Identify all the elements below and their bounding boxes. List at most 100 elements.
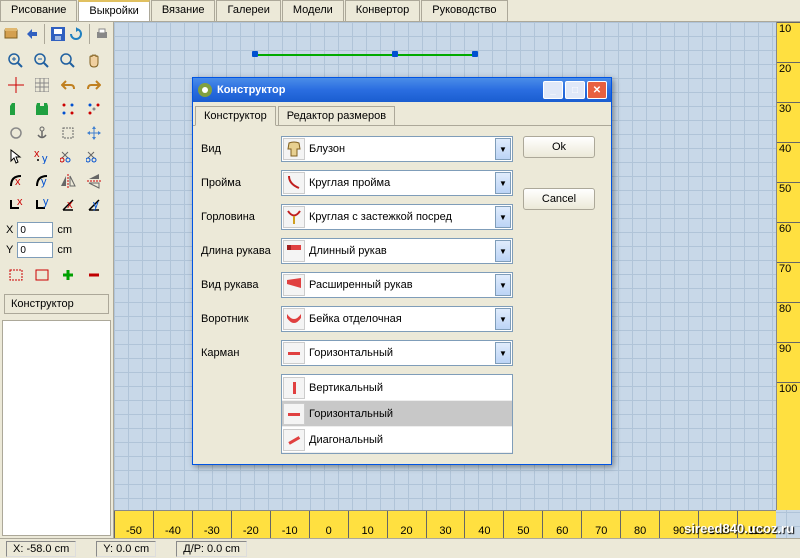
dialog-tab-size-editor[interactable]: Редактор размеров	[278, 106, 395, 125]
armhole-icon	[283, 172, 305, 194]
dialog-titlebar[interactable]: Конструктор _ □ ✕	[193, 78, 611, 102]
ok-button[interactable]: Ok	[523, 136, 595, 158]
collar-icon	[283, 308, 305, 330]
watermark: sireed840.ucoz.ru	[684, 521, 794, 536]
corner-x-icon[interactable]: x	[4, 194, 28, 216]
left-toolbox: xy x y x y x y X cm Y cm	[0, 22, 114, 538]
tab-knitting[interactable]: Вязание	[151, 0, 216, 21]
vest-back-icon[interactable]	[30, 98, 54, 120]
x-input[interactable]	[17, 222, 53, 238]
dialog-tab-constructor[interactable]: Конструктор	[195, 106, 276, 126]
combo-value: Горизонтальный	[309, 347, 495, 359]
combo-value: Расширенный рукав	[309, 279, 495, 291]
dropdown-option-vertical[interactable]: Вертикальный	[282, 375, 512, 401]
dropdown-arrow-icon[interactable]: ▼	[495, 240, 511, 262]
combo-value: Круглая с застежкой посред	[309, 211, 495, 223]
undo-icon[interactable]	[56, 74, 80, 96]
svg-text:y: y	[93, 199, 99, 211]
minimize-button[interactable]: _	[543, 81, 563, 99]
circle-tool-icon[interactable]	[4, 122, 28, 144]
field-label-karman: Карман	[201, 347, 281, 359]
dropdown-arrow-icon[interactable]: ▼	[495, 342, 511, 364]
cut-blue-icon[interactable]	[82, 146, 106, 168]
field-label-proima: Пройма	[201, 177, 281, 189]
mirror-h-icon[interactable]	[56, 170, 80, 192]
combo-vid[interactable]: Блузон ▼	[281, 136, 513, 162]
dropdown-arrow-icon[interactable]: ▼	[495, 274, 511, 296]
curve-2-icon[interactable]: y	[30, 170, 54, 192]
arrow-icon[interactable]	[26, 24, 38, 44]
separator	[89, 24, 90, 44]
pattern-line[interactable]	[254, 54, 474, 56]
anchor-icon[interactable]	[30, 122, 54, 144]
refresh-icon[interactable]	[69, 24, 83, 44]
selection-icon[interactable]	[56, 122, 80, 144]
marquee-dashed-icon[interactable]	[4, 264, 28, 286]
marquee-solid-icon[interactable]	[30, 264, 54, 286]
combo-value: Длинный рукав	[309, 245, 495, 257]
pattern-node[interactable]	[252, 51, 258, 57]
dropdown-arrow-icon[interactable]: ▼	[495, 172, 511, 194]
dropdown-option-horizontal[interactable]: Горизонтальный	[282, 401, 512, 427]
tab-galleries[interactable]: Галереи	[216, 0, 280, 21]
svg-text:y: y	[41, 176, 47, 188]
hand-icon[interactable]	[82, 50, 106, 72]
vest-front-icon[interactable]	[4, 98, 28, 120]
tab-drawing[interactable]: Рисование	[0, 0, 77, 21]
dropdown-option-diagonal[interactable]: Диагональный	[282, 427, 512, 453]
points-2-icon[interactable]	[82, 98, 106, 120]
dropdown-arrow-icon[interactable]: ▼	[495, 138, 511, 160]
pocket-vertical-icon	[283, 377, 305, 399]
sleeve-type-icon	[283, 274, 305, 296]
tab-models[interactable]: Модели	[282, 0, 344, 21]
field-label-dlina-rukava: Длина рукава	[201, 245, 281, 257]
tab-patterns[interactable]: Выкройки	[78, 0, 149, 21]
tab-converter[interactable]: Конвертор	[345, 0, 420, 21]
zoom-out-icon[interactable]	[30, 50, 54, 72]
curve-1-icon[interactable]: x	[4, 170, 28, 192]
grid-icon[interactable]	[30, 74, 54, 96]
combo-dlina-rukava[interactable]: Длинный рукав ▼	[281, 238, 513, 264]
corner-y-icon[interactable]: y	[30, 194, 54, 216]
tab-manual[interactable]: Руководство	[421, 0, 507, 21]
combo-value: Бейка отделочная	[309, 313, 495, 325]
save-icon[interactable]	[51, 24, 65, 44]
mirror-v-icon[interactable]	[82, 170, 106, 192]
combo-vorotnik[interactable]: Бейка отделочная ▼	[281, 306, 513, 332]
vertical-ruler: 102030405060708090100	[776, 22, 800, 510]
node-xy-icon[interactable]: xy	[30, 146, 54, 168]
add-icon[interactable]	[56, 264, 80, 286]
dropdown-arrow-icon[interactable]: ▼	[495, 308, 511, 330]
zoom-in-icon[interactable]	[4, 50, 28, 72]
crosshair-icon[interactable]	[4, 74, 28, 96]
maximize-button[interactable]: □	[565, 81, 585, 99]
pointer-icon[interactable]	[4, 146, 28, 168]
close-button[interactable]: ✕	[587, 81, 607, 99]
combo-value: Круглая пройма	[309, 177, 495, 189]
remove-icon[interactable]	[82, 264, 106, 286]
pattern-node[interactable]	[472, 51, 478, 57]
y-input[interactable]	[17, 242, 53, 258]
combo-proima[interactable]: Круглая пройма ▼	[281, 170, 513, 196]
zoom-fit-icon[interactable]	[56, 50, 80, 72]
constructor-button[interactable]: Конструктор	[4, 294, 109, 314]
pattern-node[interactable]	[392, 51, 398, 57]
combo-vid-rukava[interactable]: Расширенный рукав ▼	[281, 272, 513, 298]
cancel-button[interactable]: Cancel	[523, 188, 595, 210]
status-y: Y: 0.0 cm	[96, 541, 156, 557]
angle-y-icon[interactable]: y	[82, 194, 106, 216]
dropdown-arrow-icon[interactable]: ▼	[495, 206, 511, 228]
horizontal-ruler: -50-40-30-20-100102030405060708090100110	[114, 510, 776, 538]
redo-icon[interactable]	[82, 74, 106, 96]
points-1-icon[interactable]	[56, 98, 80, 120]
combo-karman[interactable]: Горизонтальный ▼	[281, 340, 513, 366]
box-icon[interactable]	[4, 24, 22, 44]
angle-x-icon[interactable]: x	[56, 194, 80, 216]
move-icon[interactable]	[82, 122, 106, 144]
pocket-horizontal-icon	[283, 403, 305, 425]
svg-text:y: y	[43, 198, 49, 208]
separator	[44, 24, 45, 44]
print-icon[interactable]	[95, 24, 109, 44]
combo-gorlovina[interactable]: Круглая с застежкой посред ▼	[281, 204, 513, 230]
cut-xy-icon[interactable]	[56, 146, 80, 168]
